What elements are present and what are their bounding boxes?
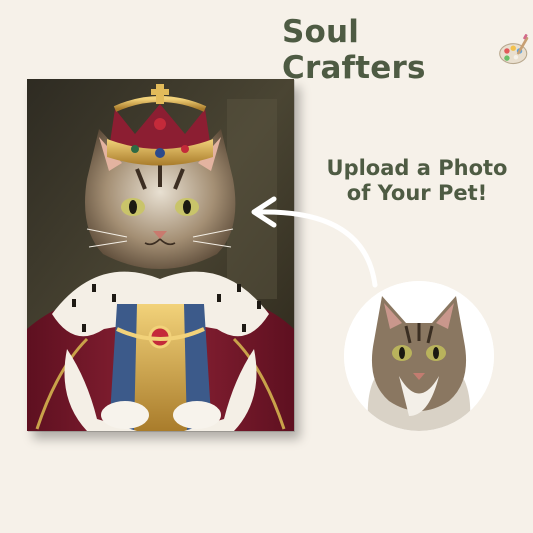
brand-name: Soul Crafters <box>282 14 426 86</box>
curved-arrow-icon <box>251 196 378 288</box>
brand-logo: Soul Crafters <box>282 14 533 86</box>
pet-photo-image <box>344 281 494 431</box>
headline-line-1: Upload a Photo <box>326 156 508 180</box>
palette-icon <box>499 34 529 65</box>
pet-photo <box>344 281 494 431</box>
